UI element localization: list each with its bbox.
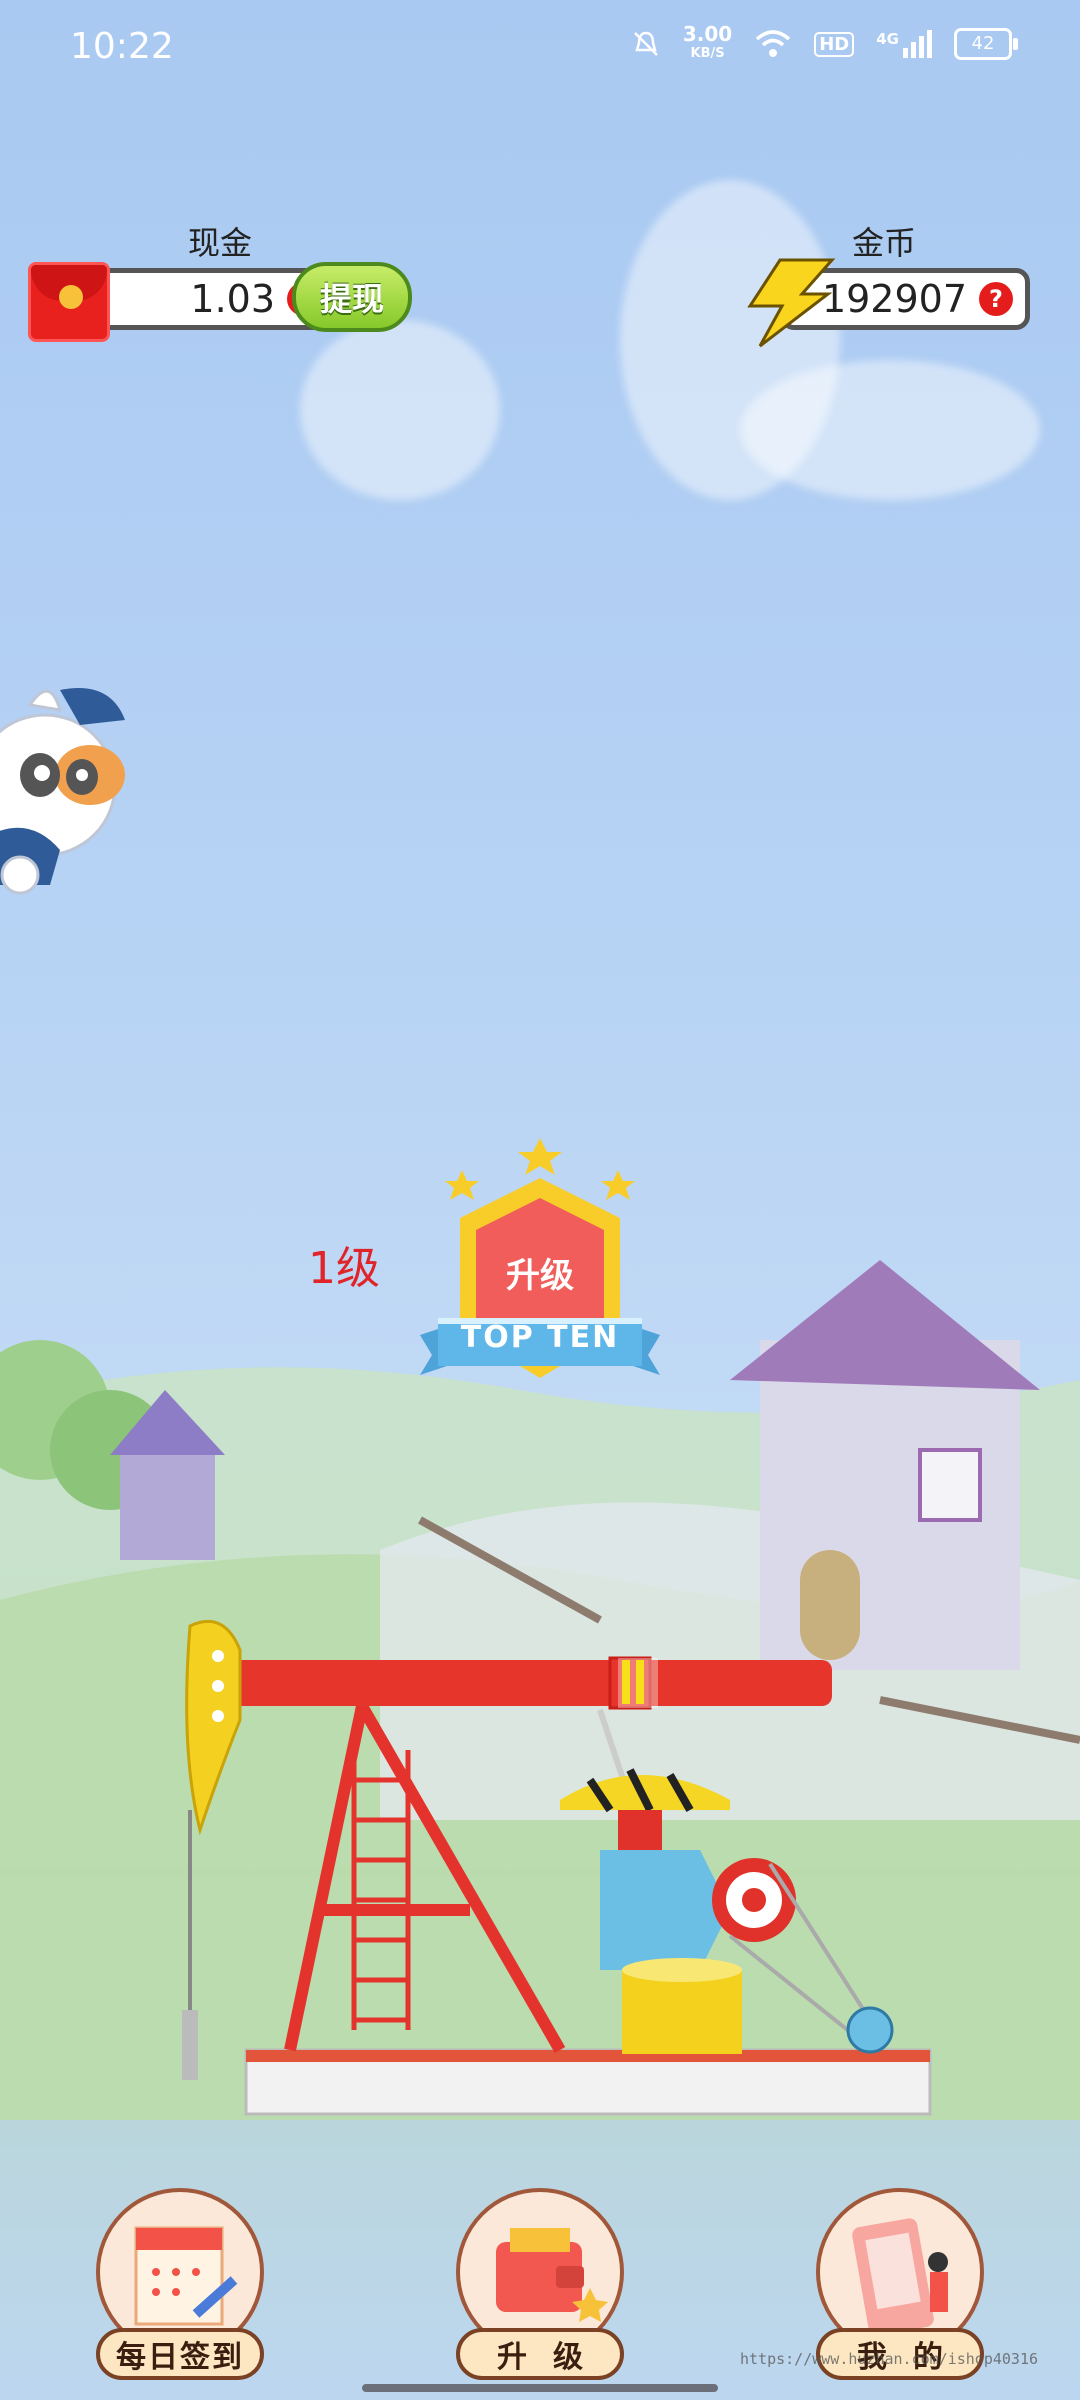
- status-icons: 3.00 KB/S HD 4G 42: [631, 24, 1018, 64]
- network-type: 4G: [876, 30, 899, 48]
- wifi-icon: [756, 30, 791, 57]
- coins-value: 192907: [821, 277, 967, 321]
- nav-upgrade-label[interactable]: 升级: [456, 2328, 624, 2380]
- cash-counter: 1.03 ? 提现: [28, 262, 412, 342]
- watermark: https://www.huzhan.com/ishop40316: [740, 2350, 1039, 2368]
- home-indicator[interactable]: [362, 2384, 718, 2392]
- mascot-cat[interactable]: [0, 665, 150, 895]
- hd-icon: HD: [814, 31, 855, 57]
- level-text: 1级: [308, 1243, 380, 1294]
- withdraw-button[interactable]: 提现: [292, 262, 412, 332]
- background-cloud: [300, 320, 500, 500]
- signal-indicator: 4G: [876, 30, 932, 58]
- cash-value: 1.03: [190, 277, 275, 321]
- network-speed: 3.00 KB/S: [683, 24, 732, 64]
- status-time: 10:22: [70, 26, 174, 67]
- speed-unit: KB/S: [690, 46, 725, 61]
- coins-help-icon[interactable]: ?: [979, 282, 1013, 316]
- lightning-icon: [747, 258, 836, 348]
- coins-label: 金币: [852, 224, 917, 262]
- nav-daily-checkin-label[interactable]: 每日签到: [96, 2328, 264, 2380]
- upgrade-badge[interactable]: 升级 TOP TEN: [420, 1130, 660, 1390]
- mute-bell-icon: [633, 31, 658, 56]
- background-cloud: [740, 360, 1040, 500]
- upgrade-badge-label: 升级: [506, 1256, 574, 1296]
- nav-upgrade[interactable]: 升级: [456, 2188, 632, 2380]
- speed-value: 3.00: [682, 22, 733, 46]
- oil-pump-jack[interactable]: [170, 1610, 940, 2130]
- signal-bars-icon: [903, 30, 932, 58]
- battery-indicator: 42: [954, 28, 1018, 60]
- top-ten-ribbon: TOP TEN: [460, 1320, 620, 1355]
- coins-counter: 192907 ?: [740, 258, 1030, 348]
- nav-daily-checkin[interactable]: 每日签到: [96, 2188, 272, 2380]
- red-envelope-icon: [28, 262, 110, 342]
- cash-label: 现金: [188, 224, 253, 262]
